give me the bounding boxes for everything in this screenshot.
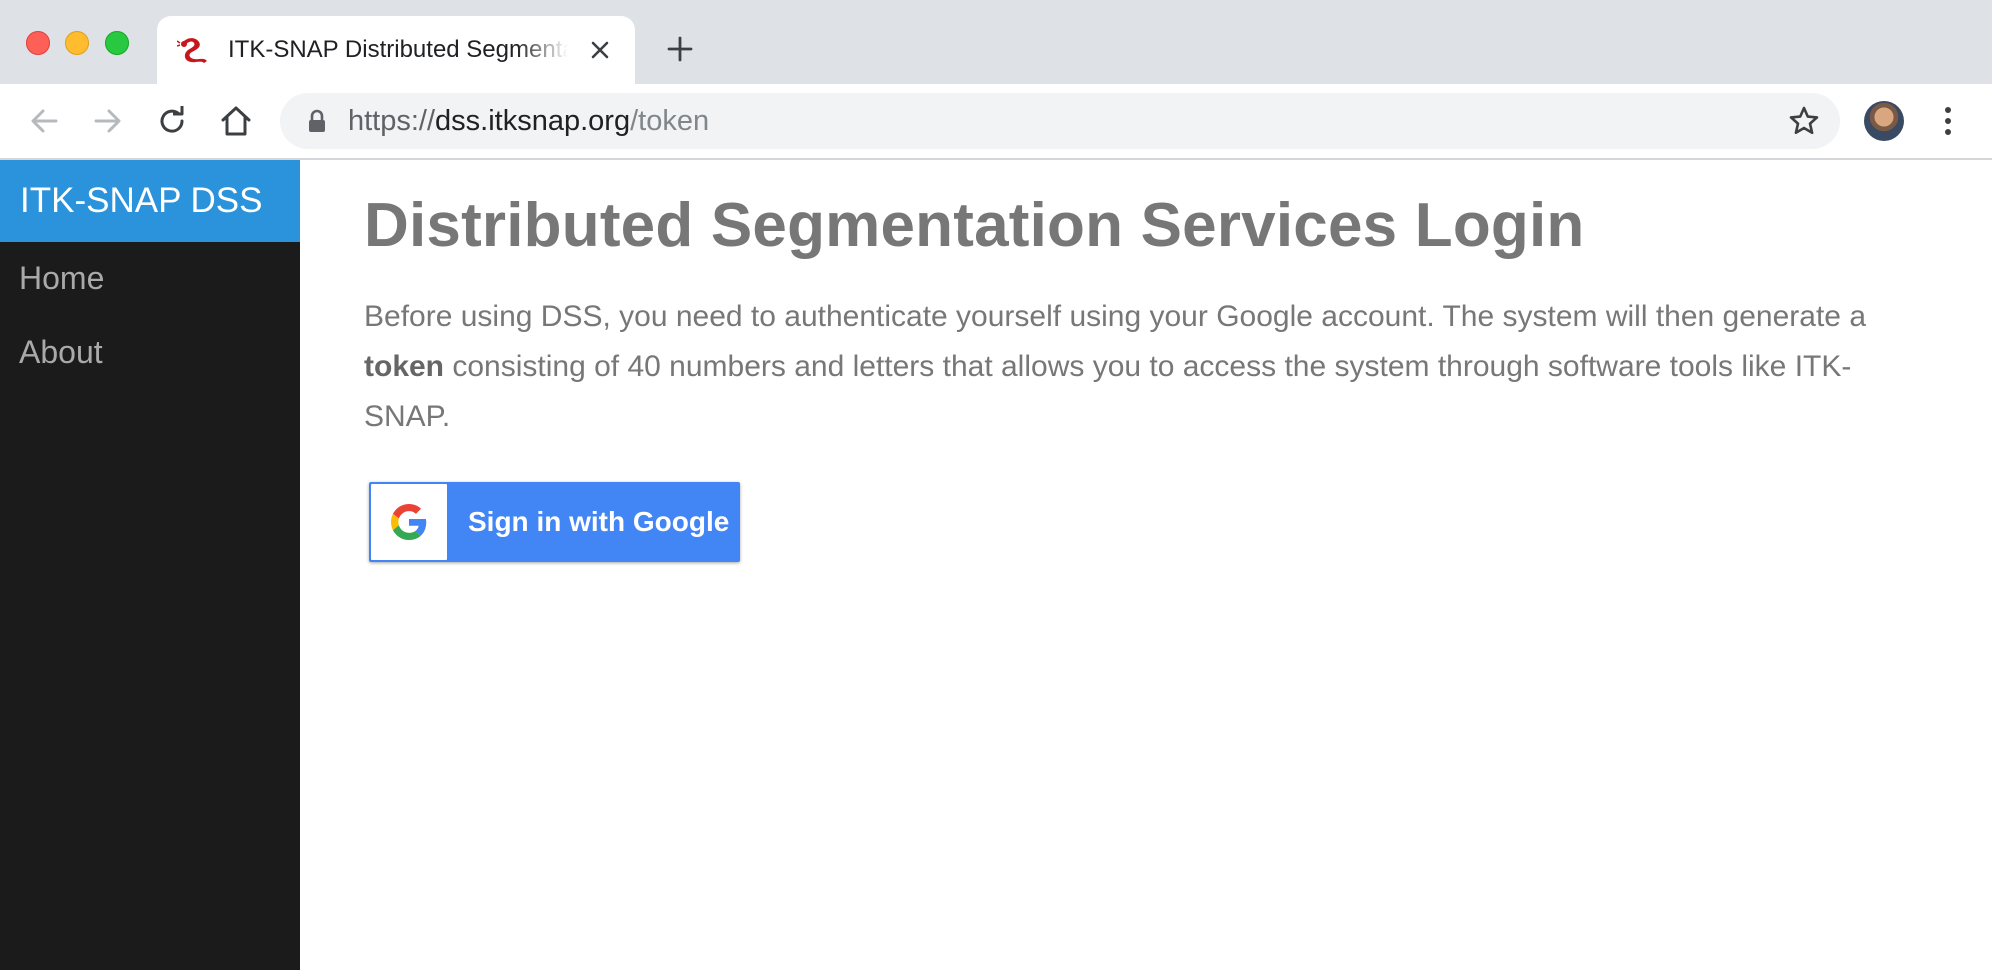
close-icon[interactable] xyxy=(589,39,611,61)
google-signin-button[interactable]: Sign in with Google xyxy=(369,482,740,562)
itksnap-snake-icon xyxy=(177,38,207,63)
sidebar-item-about[interactable]: About xyxy=(19,334,103,371)
new-tab-icon[interactable] xyxy=(665,34,695,64)
lock-icon[interactable] xyxy=(306,109,328,133)
intro-text-after: consisting of 40 numbers and letters tha… xyxy=(364,350,1852,433)
profile-avatar[interactable] xyxy=(1864,101,1904,141)
url-scheme: https:// xyxy=(348,105,436,137)
window-minimize-button[interactable] xyxy=(65,31,89,55)
url-path: /token xyxy=(630,105,710,137)
tab-title: ITK-SNAP Distributed Segmentation Servic… xyxy=(228,36,568,63)
brand-link[interactable]: ITK-SNAP DSS xyxy=(0,160,300,242)
menu-dots-icon[interactable] xyxy=(1934,104,1962,138)
google-logo-box xyxy=(371,484,447,560)
window-close-button[interactable] xyxy=(26,31,50,55)
google-g-icon xyxy=(391,504,427,540)
intro-token-emphasis: token xyxy=(364,350,445,383)
browser-tabstrip: ITK-SNAP Distributed Segmentation Servic… xyxy=(0,0,1992,84)
window-zoom-button[interactable] xyxy=(105,31,129,55)
google-signin-label: Sign in with Google xyxy=(468,506,730,537)
page-title: Distributed Segmentation Services Login xyxy=(364,191,1585,260)
intro-paragraph: Before using DSS, you need to authentica… xyxy=(364,292,1924,442)
sidebar-item-home[interactable]: Home xyxy=(19,260,104,297)
url-text[interactable]: https://dss.itksnap.org/token xyxy=(348,105,709,138)
sidebar: ITK-SNAP DSS Home About xyxy=(0,160,300,970)
intro-text-before: Before using DSS, you need to authentica… xyxy=(364,300,1867,333)
back-icon[interactable] xyxy=(26,103,62,139)
reload-icon[interactable] xyxy=(154,103,190,139)
browser-tab-active[interactable]: ITK-SNAP Distributed Segmentation Servic… xyxy=(157,16,635,84)
home-icon[interactable] xyxy=(218,103,254,139)
bookmark-star-icon[interactable] xyxy=(1788,105,1820,137)
forward-icon[interactable] xyxy=(90,103,126,139)
url-host: dss.itksnap.org xyxy=(435,105,631,137)
address-bar[interactable]: https://dss.itksnap.org/token xyxy=(280,93,1840,149)
browser-toolbar: https://dss.itksnap.org/token xyxy=(0,84,1992,160)
